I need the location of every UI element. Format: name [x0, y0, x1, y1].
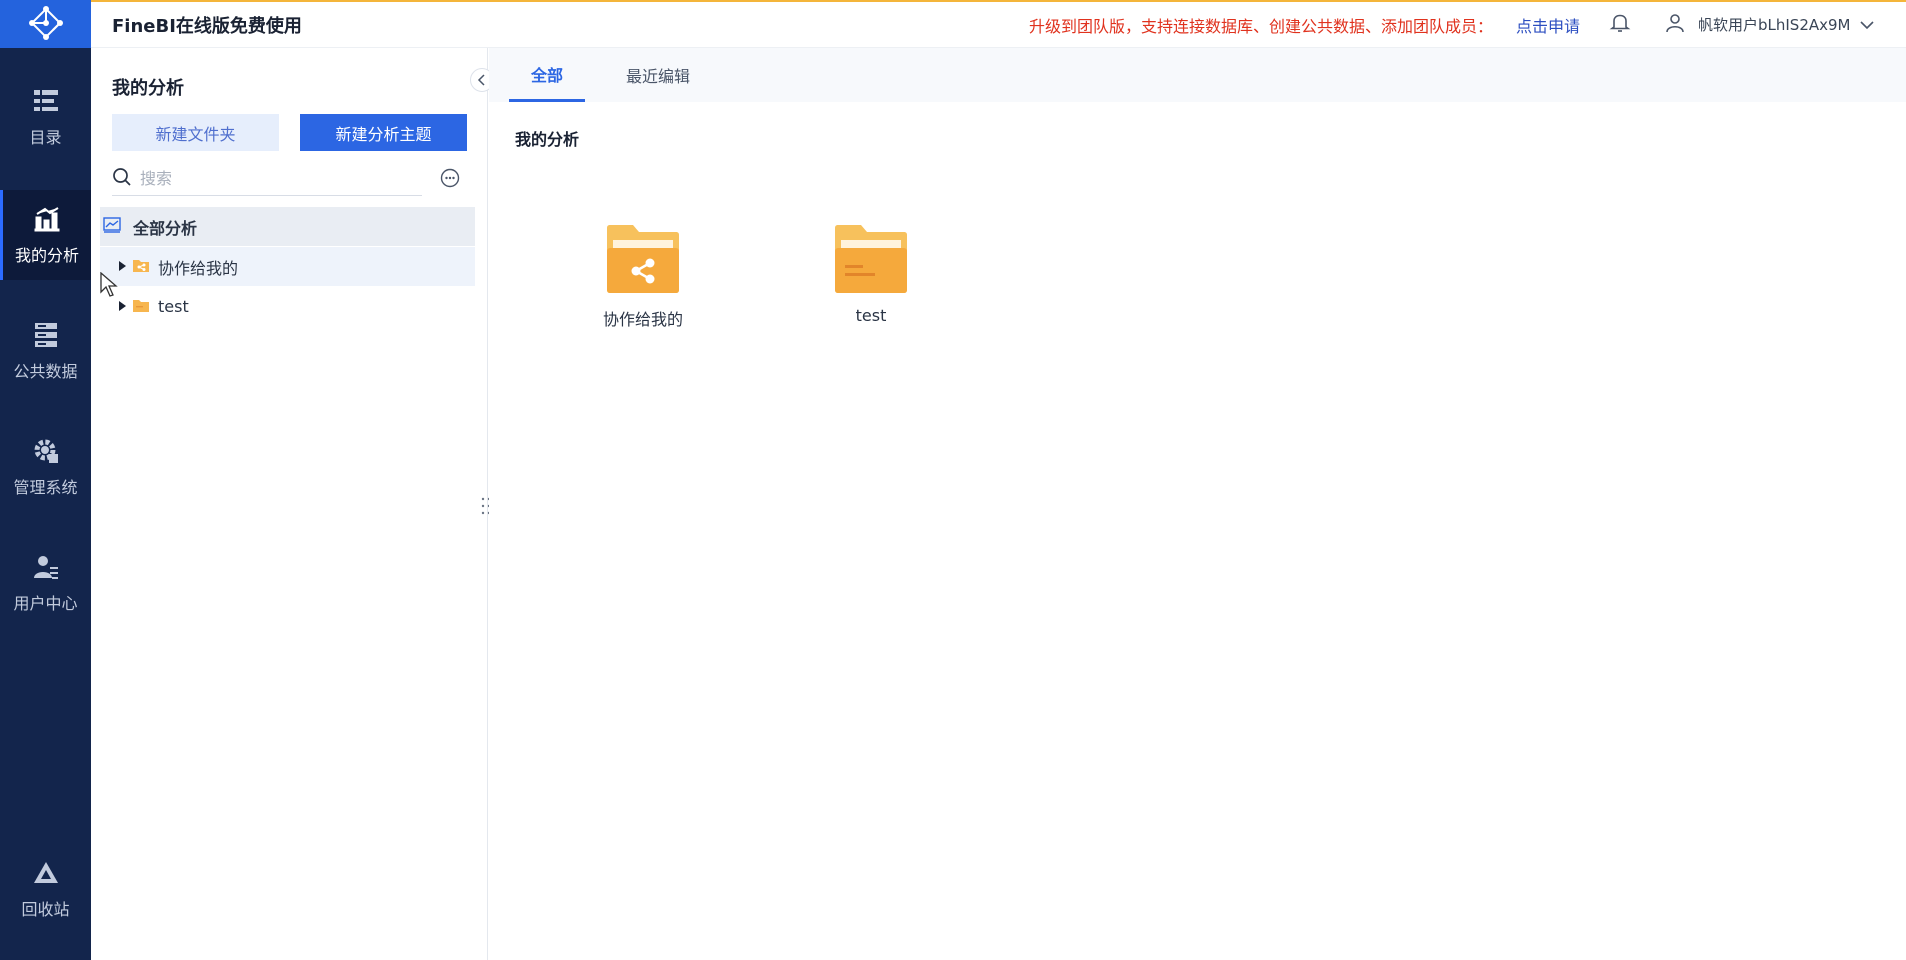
- tab-recent-edits[interactable]: 最近编辑: [626, 48, 690, 102]
- section-title: 我的分析: [515, 130, 580, 149]
- tree-label: test: [158, 297, 189, 316]
- nav-item-my-analysis[interactable]: 我的分析: [0, 190, 91, 280]
- nav-item-public-data[interactable]: 公共数据: [0, 306, 91, 396]
- main-content: 全部 最近编辑 我的分析 协作给我的 test: [489, 48, 1906, 960]
- shared-folder-icon: [605, 225, 681, 298]
- chevron-left-icon: [477, 74, 485, 86]
- more-options-icon[interactable]: [440, 168, 460, 192]
- tree-item-shared-to-me[interactable]: 协作给我的: [100, 247, 475, 286]
- tree-item-all-analysis[interactable]: 全部分析: [100, 207, 475, 246]
- username[interactable]: 帆软用户bLhIS2Ax9M: [1698, 14, 1851, 35]
- nav-label-catalog: 目录: [29, 128, 62, 147]
- nav-label-my-analysis: 我的分析: [14, 246, 79, 265]
- tree-label: 协作给我的: [158, 258, 239, 278]
- analysis-chart-icon: [32, 204, 62, 234]
- apply-link[interactable]: 点击申请: [1516, 13, 1580, 37]
- folder-icon: [132, 297, 150, 317]
- nav-label-public-data: 公共数据: [13, 362, 78, 381]
- nav-label-user-center: 用户中心: [13, 594, 78, 613]
- user-icon[interactable]: [1664, 12, 1686, 38]
- analysis-root-icon: [103, 216, 121, 237]
- tree-item-test[interactable]: test: [100, 287, 475, 326]
- database-icon: [31, 320, 61, 350]
- folder-icon: [833, 225, 909, 298]
- chevron-down-icon[interactable]: [1859, 16, 1875, 35]
- folder-card-shared-to-me[interactable]: 协作给我的: [583, 224, 703, 330]
- user-center-icon: [31, 552, 61, 582]
- app-title: FineBI在线版免费使用: [112, 15, 302, 37]
- logo-icon: [28, 6, 63, 40]
- expand-arrow-icon[interactable]: [117, 297, 127, 316]
- shared-folder-icon: [132, 257, 150, 277]
- nav-label-recycle-bin: 回收站: [21, 900, 70, 919]
- expand-arrow-icon[interactable]: [117, 257, 127, 276]
- folder-card-test[interactable]: test: [811, 224, 931, 325]
- nav-item-user-center[interactable]: 用户中心: [0, 538, 91, 628]
- mouse-cursor-icon: [100, 271, 118, 302]
- card-label: 协作给我的: [602, 310, 683, 329]
- gear-icon: [31, 436, 61, 466]
- bell-icon[interactable]: [1609, 12, 1631, 38]
- recycle-icon: [31, 858, 61, 888]
- search-box: [112, 162, 422, 196]
- nav-item-catalog[interactable]: 目录: [0, 72, 91, 162]
- left-navigation: 目录 我的分析 公共数据 管理系统 用户中心 回收站: [0, 0, 91, 960]
- card-label: test: [855, 306, 887, 325]
- search-input[interactable]: [140, 169, 400, 188]
- new-analysis-topic-button[interactable]: 新建分析主题: [300, 114, 467, 151]
- nav-label-admin-system: 管理系统: [13, 478, 78, 497]
- nav-item-admin-system[interactable]: 管理系统: [0, 422, 91, 512]
- analysis-side-panel: 我的分析 新建文件夹 新建分析主题 全部分析 协作给我的: [91, 48, 494, 960]
- search-icon: [112, 167, 132, 191]
- finebi-logo[interactable]: [0, 0, 91, 48]
- nav-item-recycle-bin[interactable]: 回收站: [0, 844, 91, 934]
- tree-label: 全部分析: [133, 218, 198, 238]
- tab-bar: 全部 最近编辑: [489, 48, 1906, 102]
- tab-all[interactable]: 全部: [509, 48, 586, 102]
- new-folder-button[interactable]: 新建文件夹: [112, 114, 279, 151]
- catalog-icon: [31, 86, 61, 116]
- upgrade-notice: 升级到团队版，支持连接数据库、创建公共数据、添加团队成员：: [1029, 16, 1494, 36]
- top-bar: FineBI在线版免费使用 升级到团队版，支持连接数据库、创建公共数据、添加团队…: [91, 0, 1906, 48]
- panel-title: 我的分析: [112, 78, 184, 99]
